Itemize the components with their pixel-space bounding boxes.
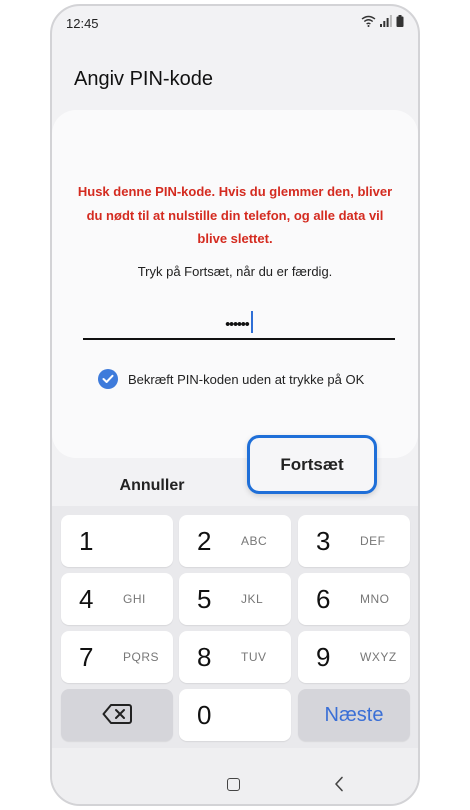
signal-icon bbox=[380, 15, 392, 27]
navigation-bar bbox=[52, 748, 418, 804]
confirm-option[interactable]: Bekræft PIN-koden uden at trykke på OK bbox=[98, 369, 364, 389]
key-letters: PQRS bbox=[123, 650, 160, 664]
key-digit: 3 bbox=[316, 526, 331, 556]
phone-frame: 12:45 Angiv PIN-kode Husk denne PIN-kode… bbox=[50, 4, 420, 806]
key-letters: ABC bbox=[241, 534, 268, 548]
key-3[interactable]: 3 DEF bbox=[298, 515, 410, 567]
key-letters: DEF bbox=[360, 534, 386, 548]
key-1[interactable]: 1 bbox=[61, 515, 173, 567]
key-letters: WXYZ bbox=[360, 650, 397, 664]
status-time: 12:45 bbox=[66, 16, 99, 31]
status-bar: 12:45 bbox=[52, 6, 418, 40]
key-letters: TUV bbox=[241, 650, 267, 664]
next-label: Næste bbox=[324, 704, 384, 726]
key-6[interactable]: 6 MNO bbox=[298, 573, 410, 625]
key-digit: 8 bbox=[197, 642, 212, 672]
cancel-button[interactable]: Annuller bbox=[100, 470, 204, 502]
pin-input[interactable]: •••••• bbox=[83, 308, 395, 340]
key-2[interactable]: 2 ABC bbox=[179, 515, 291, 567]
key-letters: JKL bbox=[241, 592, 264, 606]
key-digit: 4 bbox=[79, 584, 94, 614]
pin-card: Husk denne PIN-kode. Hvis du glemmer den… bbox=[52, 110, 418, 458]
pin-underline bbox=[83, 338, 395, 340]
confirm-label: Bekræft PIN-koden uden at trykke på OK bbox=[128, 371, 365, 387]
next-key[interactable]: Næste bbox=[298, 689, 410, 741]
continue-button[interactable]: Fortsæt bbox=[247, 435, 377, 494]
page-title: Angiv PIN-kode bbox=[74, 68, 213, 90]
numeric-keypad: 1 2 ABC 3 DEF 4 GHI 5 JKL 6 MNO 7 PQRS 8… bbox=[52, 506, 418, 748]
key-5[interactable]: 5 JKL bbox=[179, 573, 291, 625]
key-digit: 6 bbox=[316, 584, 331, 614]
key-digit: 7 bbox=[79, 642, 94, 672]
backspace-key[interactable] bbox=[61, 689, 173, 741]
home-icon[interactable] bbox=[227, 778, 240, 791]
wifi-icon bbox=[361, 15, 376, 27]
confirm-checkbox[interactable] bbox=[98, 369, 118, 389]
key-digit: 1 bbox=[79, 526, 94, 556]
status-icons bbox=[361, 15, 404, 27]
key-digit: 2 bbox=[197, 526, 212, 556]
key-7[interactable]: 7 PQRS bbox=[61, 631, 173, 683]
backspace-icon bbox=[102, 704, 132, 724]
key-digit: 0 bbox=[197, 700, 212, 730]
pin-masked-value: •••••• bbox=[225, 315, 249, 332]
warning-text: Husk denne PIN-kode. Hvis du glemmer den… bbox=[77, 184, 393, 246]
back-icon[interactable] bbox=[334, 776, 344, 792]
key-4[interactable]: 4 GHI bbox=[61, 573, 173, 625]
key-letters: GHI bbox=[123, 592, 146, 606]
key-digit: 9 bbox=[316, 642, 331, 672]
key-9[interactable]: 9 WXYZ bbox=[298, 631, 410, 683]
instruction-text: Tryk på Fortsæt, når du er færdig. bbox=[137, 264, 333, 279]
pin-value-wrap: •••••• bbox=[83, 311, 395, 336]
battery-icon bbox=[396, 15, 404, 27]
key-8[interactable]: 8 TUV bbox=[179, 631, 291, 683]
key-0[interactable]: 0 bbox=[179, 689, 291, 741]
text-cursor bbox=[250, 311, 253, 333]
key-digit: 5 bbox=[197, 584, 212, 614]
key-letters: MNO bbox=[360, 592, 390, 606]
checkmark-icon bbox=[102, 374, 114, 383]
